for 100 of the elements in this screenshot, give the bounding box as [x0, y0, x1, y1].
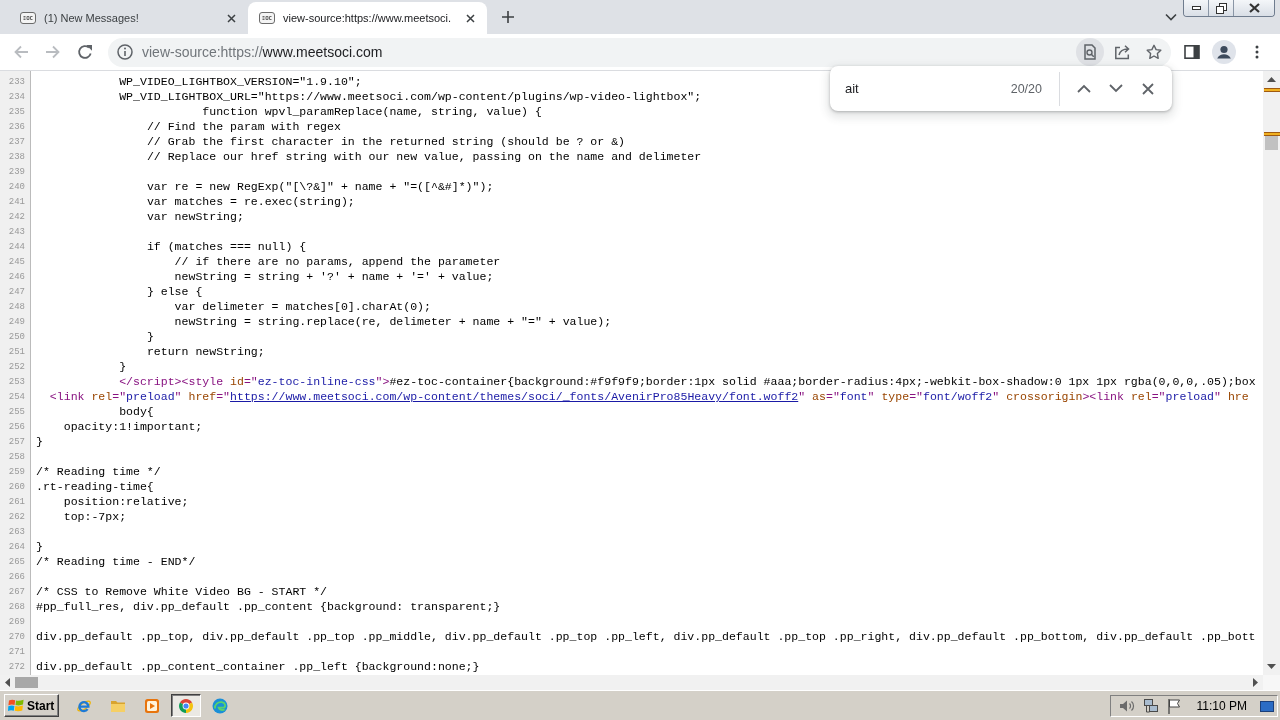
- code-line: }: [119, 360, 127, 373]
- minimize-icon: [1191, 6, 1201, 10]
- code-line: newString = string.replace(re, delimeter + name + "=" + value);: [174, 315, 612, 328]
- source-link[interactable]: https://www.meetsoci.com/wp-content/themes/soci/_fonts/AvenirPro85Heavy/font.woff2: [230, 390, 799, 403]
- find-in-page-button[interactable]: [1076, 38, 1104, 66]
- kebab-menu-icon: [1255, 45, 1259, 59]
- line-number: 247: [8, 286, 25, 297]
- taskbar-app-button[interactable]: [171, 694, 202, 717]
- code-text: <link rel="preload" href=": [49, 390, 231, 403]
- plus-icon: [501, 10, 515, 24]
- down-triangle-icon: [1267, 664, 1276, 669]
- code-line: top:-7px;: [63, 510, 127, 523]
- code-line: #pp_full_res, div.pp_default .pp_content {background: transparent;}: [36, 600, 501, 613]
- code-line: WP_VID_LIGHTBOX_URL="https://www.meetsoci.com/wp-content/plugins/wp-video-lightbox";: [119, 90, 702, 103]
- line-number: 233: [8, 76, 25, 87]
- line-number: 267: [8, 586, 25, 597]
- line-number: 255: [8, 406, 25, 417]
- line-number: 266: [8, 571, 25, 582]
- line-number: 241: [8, 196, 25, 207]
- find-match-marker: [1264, 132, 1280, 136]
- line-number: 259: [8, 466, 25, 477]
- code-line: WP_VIDEO_LIGHTBOX_VERSION="1.9.10";: [119, 75, 362, 88]
- code-line: var delimeter = matches[0].charAt(0);: [174, 300, 431, 313]
- match-count: 20/20: [1010, 81, 1042, 96]
- close-icon: [226, 13, 236, 23]
- media-player-icon[interactable]: [144, 697, 161, 714]
- line-number: 271: [8, 646, 25, 657]
- line-number: 270: [8, 631, 25, 642]
- line-number: 236: [8, 121, 25, 132]
- close-window-button[interactable]: [1233, 0, 1274, 16]
- line-number: 262: [8, 511, 25, 522]
- code-line: .rt-reading-time{: [36, 480, 154, 493]
- line-number: 237: [8, 136, 25, 147]
- line-number: 251: [8, 346, 25, 357]
- line-number: 264: [8, 541, 25, 552]
- find-field[interactable]: ait: [845, 76, 1011, 101]
- browser-logo-icon[interactable]: [178, 697, 195, 714]
- vertical-scrollbar[interactable]: [1263, 71, 1280, 675]
- flag-icon[interactable]: [1166, 697, 1181, 714]
- clock[interactable]: 11:10 PM: [1196, 698, 1247, 713]
- find-match-marker: [1264, 88, 1280, 92]
- line-number: 269: [8, 616, 25, 627]
- chevron-down-icon: [1165, 13, 1177, 21]
- avatar-icon: [1212, 40, 1236, 64]
- line-number: 243: [8, 226, 25, 237]
- line-number: 234: [8, 91, 25, 102]
- code-line: // if there are no params, append the parameter: [174, 255, 501, 268]
- line-number: 235: [8, 106, 25, 117]
- code-line: var matches = re.exec(string);: [146, 195, 355, 208]
- code-line: if (matches === null) {: [146, 240, 307, 253]
- code-line: /* CSS to Remove White Video BG - START */: [36, 585, 328, 598]
- scroll-thumb[interactable]: [1265, 136, 1278, 150]
- line-number: 268: [8, 601, 25, 612]
- profile-button[interactable]: [1210, 38, 1238, 66]
- minimize-button[interactable]: [1184, 0, 1208, 16]
- line-number: 240: [8, 181, 25, 192]
- line-number: 239: [8, 166, 25, 177]
- line-number: 258: [8, 451, 25, 462]
- up-triangle-icon: [1267, 77, 1276, 82]
- e-logo-icon[interactable]: [76, 697, 93, 714]
- line-number: 253: [8, 376, 25, 387]
- chevron-up-icon: [1077, 84, 1091, 93]
- line-number: 256: [8, 421, 25, 432]
- line-number: 252: [8, 361, 25, 372]
- restore-button[interactable]: [1208, 0, 1233, 16]
- share-icon: [1113, 44, 1131, 60]
- network-icon[interactable]: [1142, 697, 1159, 714]
- chevron-down-icon: [1109, 84, 1123, 93]
- star-icon: [1146, 44, 1162, 60]
- forward-arrow-icon: [45, 44, 61, 60]
- line-number: 248: [8, 301, 25, 312]
- line-number: 245: [8, 256, 25, 267]
- code-line: function wpvl_paramReplace(name, string, value) {: [202, 105, 542, 118]
- code-line: /* Reading time - END*/: [36, 555, 196, 568]
- start-button[interactable]: Start: [4, 694, 60, 717]
- line-number: 242: [8, 211, 25, 222]
- code-line: var re = new RegExp("[\?&]" + name + "=([^&#]*)");: [146, 180, 494, 193]
- browser-tab[interactable]: view-source:https://www.meetsoci.: [248, 2, 487, 34]
- line-number: 272: [8, 661, 25, 672]
- find-in-page-icon: [1082, 44, 1098, 60]
- site-icon: [20, 12, 36, 24]
- code-line: opacity:1!important;: [63, 420, 203, 433]
- code-line: body{: [119, 405, 154, 418]
- line-number: 254: [8, 391, 25, 402]
- info-icon[interactable]: [117, 44, 133, 60]
- code-line: }: [146, 330, 154, 343]
- code-line: // Find the param with regex: [146, 120, 341, 133]
- scroll-thumb[interactable]: [15, 677, 38, 688]
- horizontal-scrollbar[interactable]: [0, 675, 1263, 690]
- code-line: }: [36, 435, 43, 448]
- reload-icon: [77, 44, 93, 60]
- code-line: }: [36, 540, 43, 553]
- browser-tab[interactable]: (1) New Messages!: [9, 2, 248, 34]
- side-panel-icon: [1184, 44, 1200, 60]
- code-line: } else {: [146, 285, 203, 298]
- code-line: // Replace our href string with our new value, passing on the name and delimeter: [146, 150, 702, 163]
- show-desktop-icon[interactable]: [1260, 698, 1274, 713]
- line-number: 238: [8, 151, 25, 162]
- windows-flag-icon: [8, 698, 24, 713]
- code-line: position:relative;: [63, 495, 189, 508]
